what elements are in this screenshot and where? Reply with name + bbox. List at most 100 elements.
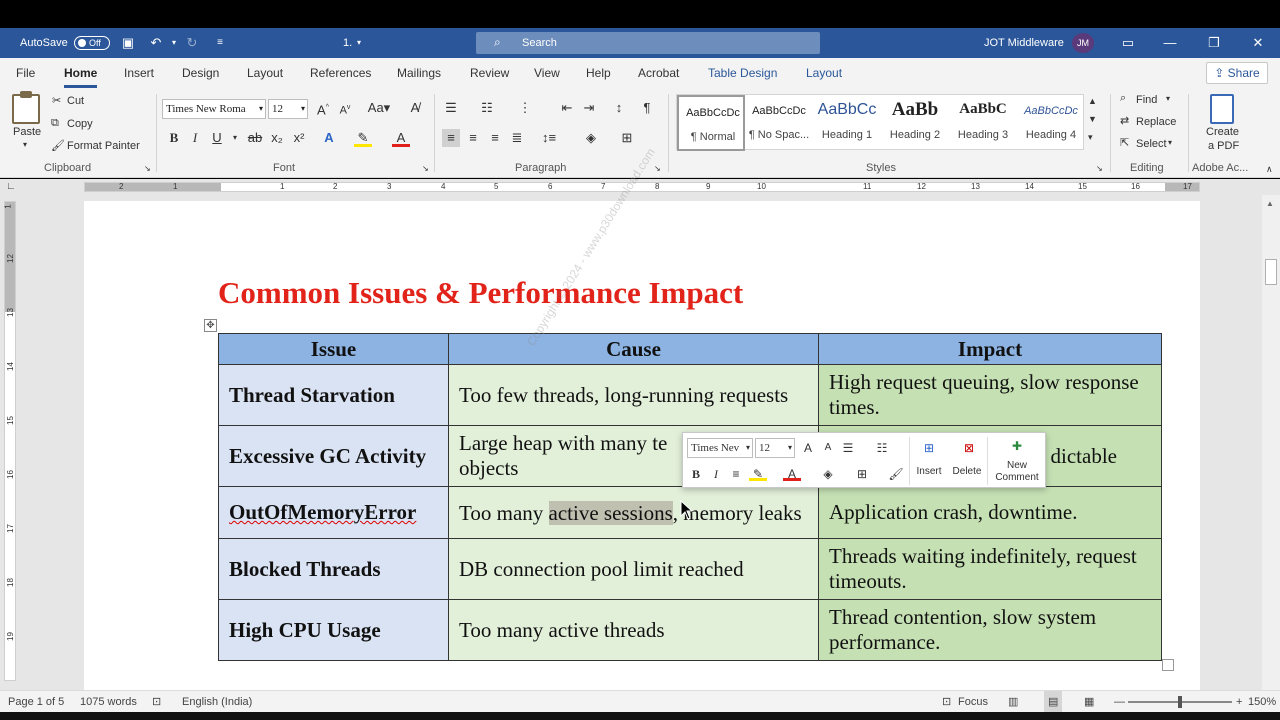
zoom-in-icon[interactable]: + [1236, 691, 1242, 713]
superscript-icon[interactable]: x² [290, 129, 308, 147]
tab-insert[interactable]: Insert [124, 58, 154, 88]
ribbon-display-icon[interactable]: ▭ [1106, 28, 1150, 58]
new-comment-button[interactable]: New [991, 460, 1043, 471]
paste-button[interactable]: Paste [13, 126, 41, 138]
table-cell[interactable]: Too many active threads [448, 599, 819, 661]
strikethrough-icon[interactable]: ab [246, 129, 264, 147]
tab-review[interactable]: Review [470, 58, 509, 88]
table-header[interactable]: Cause [448, 333, 819, 365]
mini-font-select[interactable]: Times Nev ▾ [687, 438, 753, 458]
zoom-level[interactable]: 150% [1248, 691, 1276, 713]
table-cell[interactable]: Thread Starvation [218, 364, 449, 426]
font-size-select[interactable]: 12 ▾ [268, 99, 308, 119]
vertical-ruler[interactable]: 1 12 13 14 15 16 17 18 19 [4, 201, 16, 681]
table-cell[interactable]: Blocked Threads [218, 538, 449, 600]
selected-text[interactable]: active sessions [548, 500, 673, 525]
undo-icon[interactable]: ↶ [148, 35, 164, 51]
table-resize-handle[interactable] [1162, 659, 1174, 671]
styles-more-icon[interactable]: ▾ [1088, 132, 1093, 143]
issues-table[interactable]: Issue Cause Impact Thread Starvation Too… [218, 333, 1162, 661]
paragraph-launcher-icon[interactable]: ↘ [654, 164, 661, 173]
insert-button[interactable]: Insert [911, 466, 947, 477]
replace-button[interactable]: Replace [1136, 116, 1176, 128]
styles-scroll-down-icon[interactable]: ▼ [1088, 114, 1097, 124]
tab-acrobat[interactable]: Acrobat [638, 58, 679, 88]
table-cell[interactable]: Too few threads, long-running requests [448, 364, 819, 426]
table-cell[interactable]: Excessive GC Activity [218, 425, 449, 487]
tab-file[interactable]: File [16, 58, 35, 88]
decrease-indent-icon[interactable]: ⇤ [558, 99, 576, 117]
restore-icon[interactable]: ❐ [1192, 28, 1236, 58]
print-layout-icon[interactable]: ▤ [1044, 691, 1063, 713]
delete-table-icon[interactable]: ⊠ [957, 439, 981, 457]
multilevel-list-icon[interactable]: ⋮ [516, 99, 534, 117]
find-dropdown-icon[interactable]: ▾ [1166, 94, 1170, 103]
zoom-slider-thumb[interactable] [1178, 696, 1182, 708]
sort-icon[interactable]: ↕ [610, 99, 628, 117]
underline-dropdown-icon[interactable]: ▾ [226, 129, 244, 147]
align-right-icon[interactable]: ≡ [486, 129, 504, 147]
format-painter-button[interactable]: Format Painter [67, 140, 140, 152]
styles-launcher-icon[interactable]: ↘ [1096, 164, 1103, 173]
proofing-icon[interactable]: ⊡ [152, 691, 161, 713]
style-heading-1[interactable]: AaBbCc Heading 1 [813, 95, 881, 151]
find-button[interactable]: Find [1136, 94, 1157, 106]
tab-design[interactable]: Design [182, 58, 219, 88]
tab-references[interactable]: References [310, 58, 371, 88]
cut-button[interactable]: Cut [67, 95, 84, 107]
new-comment-button-line2[interactable]: Comment [991, 472, 1043, 483]
font-color-icon[interactable]: A [392, 129, 410, 147]
vertical-scrollbar[interactable]: ▲ [1262, 195, 1280, 690]
word-count[interactable]: 1075 words [80, 691, 137, 713]
font-family-select[interactable]: Times New Roma ▾ [162, 99, 266, 119]
grow-font-icon[interactable]: A^ [314, 99, 332, 117]
italic-icon[interactable]: I [707, 465, 725, 483]
table-move-handle-icon[interactable]: ✥ [204, 319, 217, 332]
increase-indent-icon[interactable]: ⇥ [580, 99, 598, 117]
bullets-icon[interactable]: ☰ [839, 439, 857, 457]
web-layout-icon[interactable]: ▦ [1084, 691, 1094, 713]
tab-view[interactable]: View [534, 58, 560, 88]
italic-icon[interactable]: I [186, 129, 204, 147]
document-title[interactable]: Common Issues & Performance Impact [218, 275, 743, 311]
shading-icon[interactable]: ◈ [819, 465, 837, 483]
grow-font-icon[interactable]: A [799, 439, 817, 457]
align-left-icon[interactable]: ≡ [442, 129, 460, 147]
read-mode-icon[interactable]: ▥ [1008, 691, 1018, 713]
table-header[interactable]: Issue [218, 333, 449, 365]
create-pdf-button-line2[interactable]: a PDF [1208, 140, 1239, 152]
table-cell[interactable]: High CPU Usage [218, 599, 449, 661]
zoom-out-icon[interactable]: — [1114, 691, 1125, 713]
insert-table-icon[interactable]: ⊞ [917, 439, 941, 457]
borders-icon[interactable]: ⊞ [853, 465, 871, 483]
collapse-ribbon-icon[interactable]: ∧ [1266, 164, 1273, 175]
horizontal-ruler[interactable]: 2 1 1 2 3 4 5 6 7 8 9 10 11 12 13 14 15 … [84, 182, 1200, 192]
table-cell[interactable]: OutOfMemoryError [218, 486, 449, 539]
numbering-icon[interactable]: ☷ [478, 99, 496, 117]
paste-icon[interactable] [12, 91, 40, 124]
show-marks-icon[interactable]: ¶ [638, 99, 656, 117]
tab-layout[interactable]: Layout [247, 58, 283, 88]
subscript-icon[interactable]: x₂ [268, 129, 286, 147]
text-effects-icon[interactable]: A [320, 129, 338, 147]
underline-icon[interactable]: U [208, 129, 226, 147]
styles-scroll-up-icon[interactable]: ▲ [1088, 96, 1097, 106]
delete-button[interactable]: Delete [949, 466, 985, 477]
search-box[interactable]: ⌕ Search [476, 32, 820, 54]
style-heading-4[interactable]: AaBbCcDc Heading 4 [1017, 95, 1085, 151]
tab-selector-icon[interactable]: ∟ [6, 181, 16, 192]
paste-dropdown-icon[interactable]: ▾ [23, 140, 27, 149]
select-dropdown-icon[interactable]: ▾ [1168, 138, 1172, 147]
table-cell[interactable]: Application crash, downtime. [818, 486, 1162, 539]
mini-size-select[interactable]: 12 ▾ [755, 438, 795, 458]
shrink-font-icon[interactable]: A [819, 439, 837, 457]
autosave-toggle[interactable]: Off [74, 36, 110, 50]
style-normal[interactable]: AaBbCcDc ¶ Normal [677, 95, 745, 151]
font-color-icon[interactable]: A [783, 465, 801, 481]
share-button[interactable]: ⇪ Share [1206, 62, 1268, 84]
focus-button[interactable]: Focus [958, 691, 988, 713]
new-comment-icon[interactable]: ✚ [1005, 437, 1029, 455]
table-cell[interactable]: DB connection pool limit reached [448, 538, 819, 600]
tab-help[interactable]: Help [586, 58, 611, 88]
tab-home[interactable]: Home [64, 58, 98, 88]
